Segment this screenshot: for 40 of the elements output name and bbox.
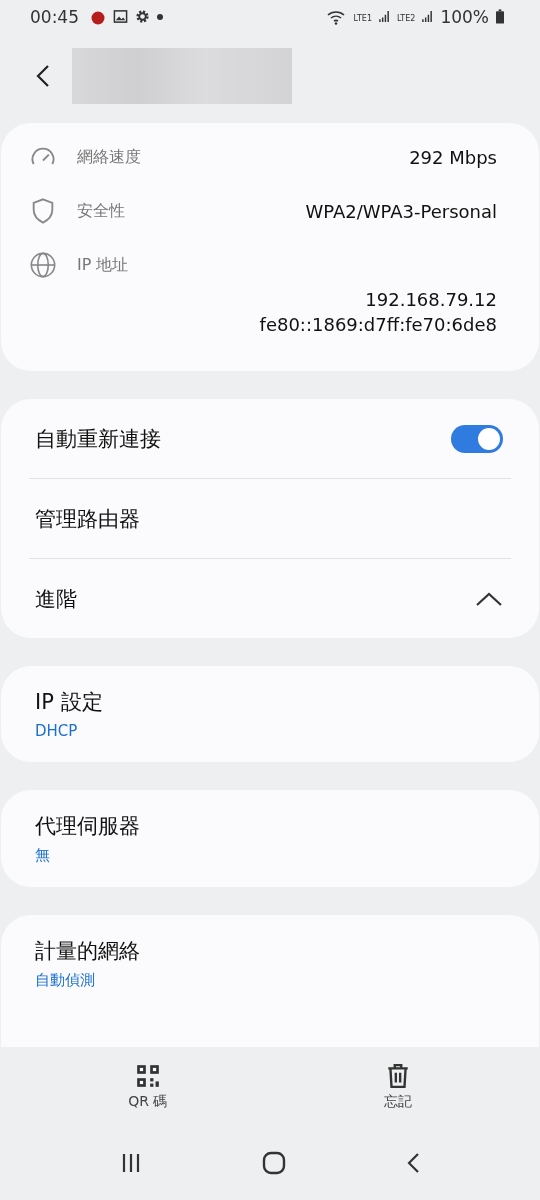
setting-title: 計量的網絡	[35, 938, 141, 966]
dot-icon	[157, 13, 163, 20]
option-row[interactable]: 自動重新連接	[29, 399, 511, 479]
info-value: 292 Mbps	[409, 145, 497, 170]
signal-icon	[422, 10, 434, 24]
back-icon[interactable]	[406, 1152, 420, 1175]
signal-icon	[379, 10, 390, 24]
info-value: fe80::1869:d7ff:fe70:6de8	[259, 313, 497, 338]
info-value: WPA2/WPA3-Personal	[305, 199, 497, 224]
info-value: 192.168.79.12	[365, 288, 497, 313]
toggle-switch[interactable]	[451, 424, 503, 453]
battery-percent: 100%	[440, 6, 489, 27]
back-icon[interactable]	[36, 63, 50, 88]
info-label: IP 地址	[77, 254, 129, 276]
battery-icon	[496, 9, 504, 25]
setting-item[interactable]: 計量的網絡 自動偵測	[1, 915, 539, 1047]
setting-value: 無	[35, 846, 51, 866]
setting-value: 自動偵測	[35, 971, 96, 991]
option-row[interactable]: 進階	[29, 558, 511, 639]
setting-item[interactable]: 代理伺服器 無	[1, 790, 539, 888]
setting-value: DHCP	[35, 722, 79, 741]
option-row[interactable]: 管理路由器	[29, 478, 511, 559]
info-label: 安全性	[77, 200, 125, 222]
settings-icon	[135, 9, 150, 25]
action-button[interactable]: 忘記	[373, 1058, 422, 1115]
setting-title: 代理伺服器	[35, 813, 141, 841]
sim-label: LTE1	[353, 13, 372, 24]
wifi-icon	[326, 8, 347, 25]
setting-title: IP 設定	[35, 689, 104, 717]
info-label: 網絡速度	[77, 146, 141, 168]
chevron-icon[interactable]	[475, 590, 503, 607]
status-time: 00:45	[30, 6, 79, 27]
setting-item[interactable]: IP 設定 DHCP	[1, 666, 539, 763]
recents-icon[interactable]	[120, 1152, 142, 1175]
action-button[interactable]: QR 碼	[118, 1058, 178, 1115]
globe-icon	[29, 251, 57, 280]
qr-code-icon	[134, 1062, 161, 1089]
sim-label: LTE2	[397, 13, 416, 24]
image-icon	[113, 9, 128, 25]
home-icon[interactable]	[262, 1151, 286, 1176]
